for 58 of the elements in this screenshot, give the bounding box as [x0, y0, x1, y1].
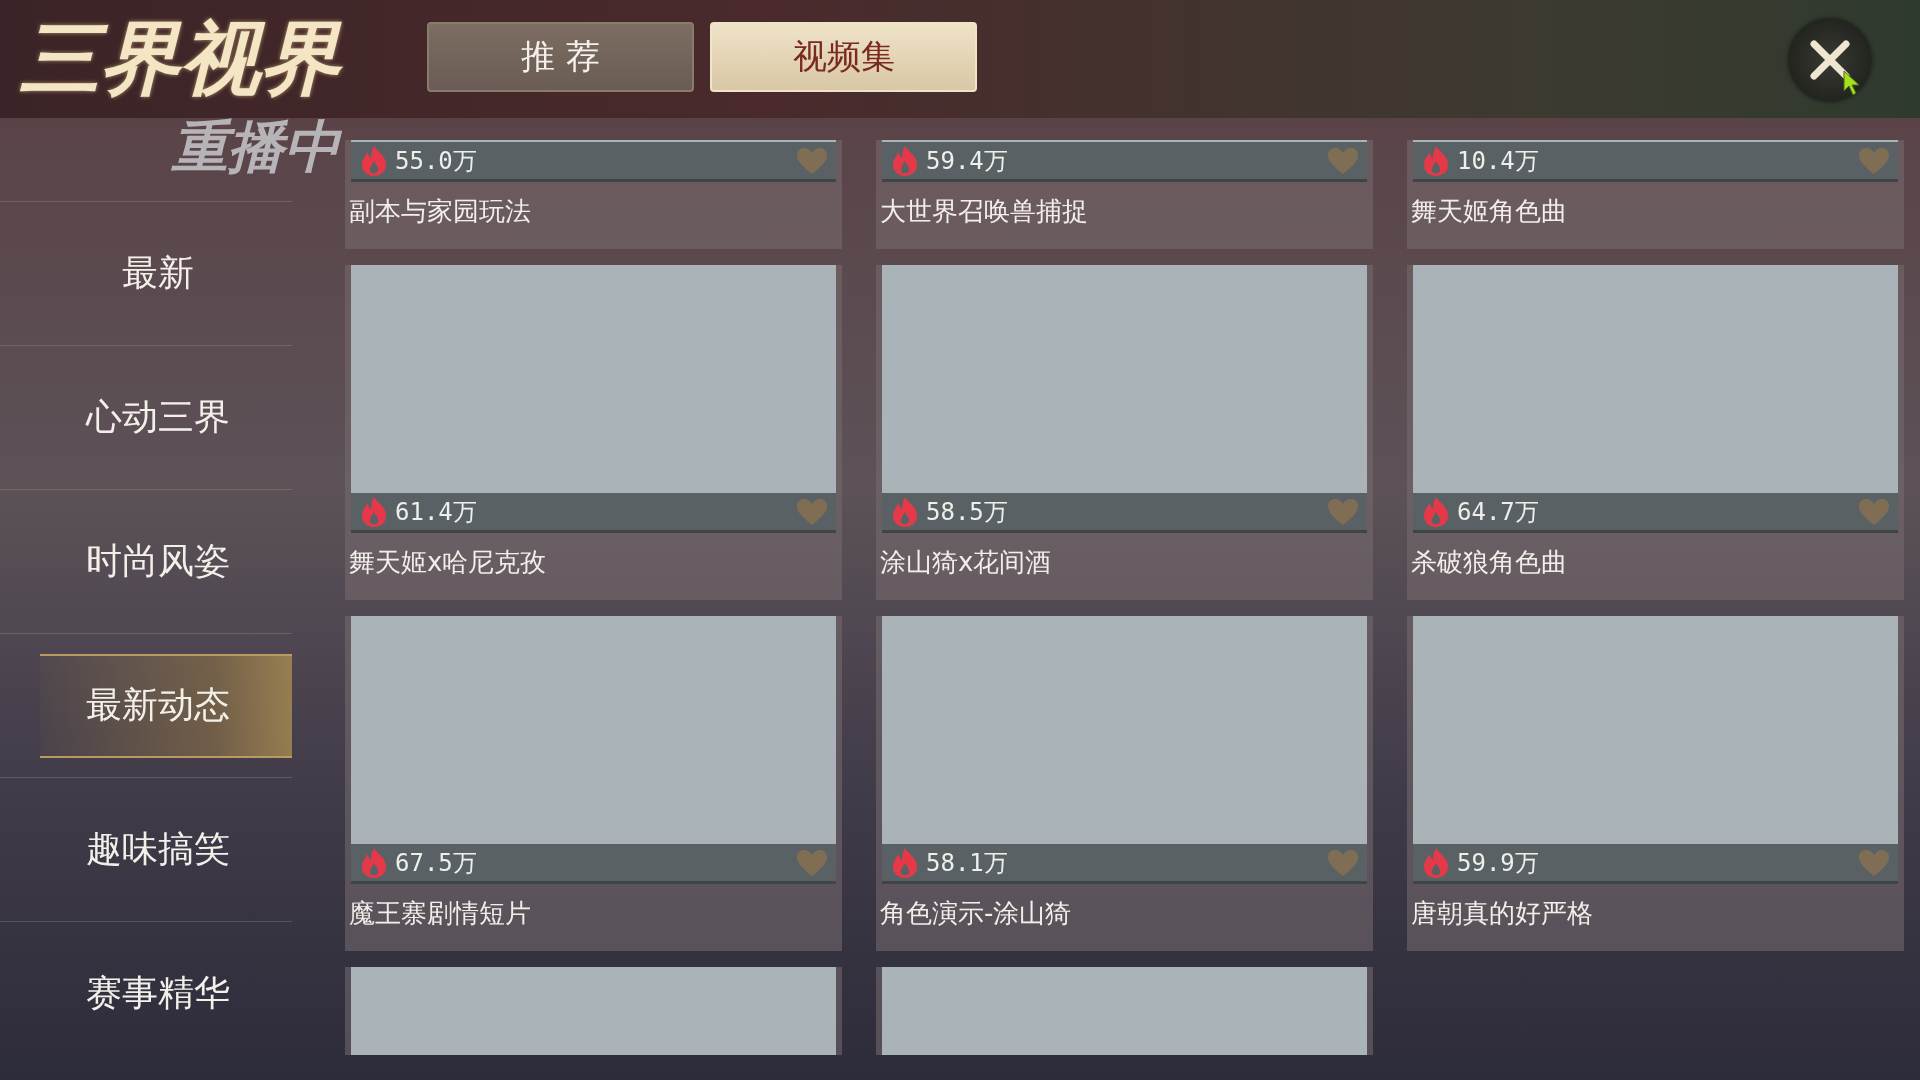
- video-card[interactable]: 58.1万 角色演示-涂山猗: [876, 616, 1373, 951]
- flame-icon: [1421, 495, 1451, 528]
- video-title: 杀破狼角色曲: [1410, 546, 1568, 579]
- heart-icon[interactable]: [796, 848, 828, 877]
- flame-icon: [1421, 144, 1451, 177]
- heart-icon[interactable]: [1327, 497, 1359, 526]
- sidebar-item[interactable]: 时尚风姿: [40, 509, 292, 614]
- video-card[interactable]: 59.9万 唐朝真的好严格: [1407, 616, 1904, 951]
- video-title: 副本与家园玩法: [348, 195, 532, 228]
- view-count: 64.7万: [1457, 496, 1539, 528]
- video-card[interactable]: 64.7万 杀破狼角色曲: [1407, 265, 1904, 600]
- view-count: 58.5万: [926, 496, 1008, 528]
- video-title: 舞天姬x哈尼克孜: [348, 546, 548, 579]
- video-card[interactable]: 10.4万 舞天姬角色曲: [1407, 140, 1904, 249]
- video-card[interactable]: 59.4万 大世界召唤兽捕捉: [876, 140, 1373, 249]
- view-count: 10.4万: [1457, 145, 1539, 177]
- game-logo: 三界视界: [16, 6, 360, 110]
- heart-icon[interactable]: [1858, 146, 1890, 175]
- cursor-icon: [1843, 70, 1861, 96]
- video-card[interactable]: 67.5万 魔王寨剧情短片: [345, 616, 842, 951]
- heart-icon[interactable]: [796, 146, 828, 175]
- flame-icon: [359, 846, 389, 879]
- sidebar-item[interactable]: 最新: [40, 221, 292, 326]
- heart-icon[interactable]: [1327, 848, 1359, 877]
- close-button[interactable]: [1788, 18, 1872, 102]
- heart-icon[interactable]: [796, 497, 828, 526]
- sidebar-item[interactable]: 赛事精华: [40, 941, 292, 1046]
- replay-overlay-text: 重播中: [172, 113, 340, 181]
- sidebar-item[interactable]: 最新动态: [40, 653, 292, 758]
- video-card[interactable]: 55.0万 副本与家园玩法: [345, 140, 842, 249]
- heart-icon[interactable]: [1327, 146, 1359, 175]
- heart-icon[interactable]: [1858, 848, 1890, 877]
- view-count: 59.9万: [1457, 847, 1539, 879]
- close-icon: [1808, 38, 1852, 82]
- video-title: 大世界召唤兽捕捉: [879, 195, 1089, 228]
- video-card[interactable]: 61.4万 舞天姬x哈尼克孜: [345, 265, 842, 600]
- sidebar-item[interactable]: 心动三界: [40, 365, 292, 470]
- video-title: 涂山猗x花间酒: [879, 546, 1053, 579]
- video-card[interactable]: 58.5万 涂山猗x花间酒: [876, 265, 1373, 600]
- video-title: 魔王寨剧情短片: [348, 897, 532, 930]
- view-count: 58.1万: [926, 847, 1008, 879]
- view-count: 67.5万: [395, 847, 477, 879]
- sidebar-item[interactable]: 趣味搞笑: [40, 797, 292, 902]
- tab[interactable]: 视频集: [710, 22, 977, 92]
- view-count: 55.0万: [395, 145, 477, 177]
- flame-icon: [890, 495, 920, 528]
- flame-icon: [890, 846, 920, 879]
- flame-icon: [1421, 846, 1451, 879]
- view-count: 61.4万: [395, 496, 477, 528]
- flame-icon: [890, 144, 920, 177]
- tab[interactable]: 推 荐: [427, 22, 694, 92]
- flame-icon: [359, 495, 389, 528]
- video-title: 角色演示-涂山猗: [879, 897, 1073, 930]
- video-title: 舞天姬角色曲: [1410, 195, 1568, 228]
- video-title: 唐朝真的好严格: [1410, 897, 1594, 930]
- flame-icon: [359, 144, 389, 177]
- view-count: 59.4万: [926, 145, 1008, 177]
- heart-icon[interactable]: [1858, 497, 1890, 526]
